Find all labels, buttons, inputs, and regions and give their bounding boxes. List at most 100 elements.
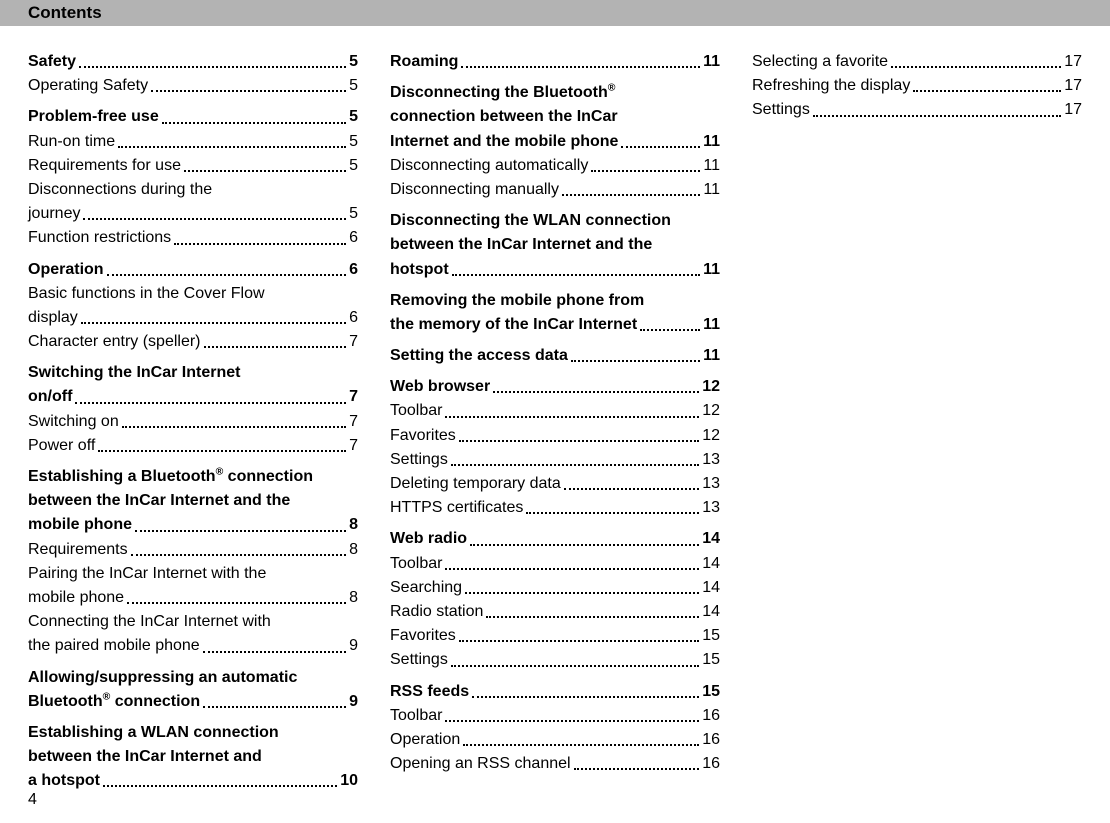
toc-page-number: 7 (349, 385, 358, 408)
toc-leader-dots (203, 651, 346, 653)
toc-leader-dots (591, 170, 700, 172)
toc-page-number: 11 (703, 258, 720, 281)
toc-leader-dots (162, 122, 346, 124)
toc-page-number: 11 (703, 344, 720, 367)
toc-entry: Toolbar16 (390, 704, 720, 727)
toc-entry: Run-on time5 (28, 130, 358, 153)
spacer (28, 714, 358, 721)
toc-entry: Favorites15 (390, 624, 720, 647)
toc-label: Disconnecting automatically (390, 154, 588, 177)
toc-entry: journey5 (28, 202, 358, 225)
toc-entry: Requirements for use5 (28, 154, 358, 177)
toc-label: Power off (28, 434, 95, 457)
toc-label: Setting the access data (390, 344, 568, 367)
toc-column-1: Safety5Operating Safety5Problem-free use… (28, 50, 358, 793)
toc-label: Disconnecting the Bluetooth® (390, 81, 615, 104)
toc-label: Internet and the mobile phone (390, 130, 618, 153)
toc-page-number: 11 (703, 154, 720, 177)
toc-page-number: 11 (703, 130, 720, 153)
toc-leader-dots (131, 554, 346, 556)
toc-leader-dots (913, 90, 1061, 92)
toc-leader-dots (98, 450, 346, 452)
toc-leader-dots (574, 768, 700, 770)
toc-leader-dots (122, 426, 346, 428)
toc-entry: Switching on7 (28, 410, 358, 433)
toc-leader-dots (526, 512, 699, 514)
toc-entry: Disconnecting the WLAN connection (390, 209, 720, 232)
toc-entry: Disconnecting automatically 11 (390, 154, 720, 177)
toc-entry: between the InCar Internet and the (28, 489, 358, 512)
toc-label: Web browser (390, 375, 490, 398)
toc-page-number: 12 (702, 375, 720, 398)
toc-label: Removing the mobile phone from (390, 289, 644, 312)
toc-label: Settings (390, 448, 448, 471)
spacer (390, 520, 720, 527)
toc-entry: Operation6 (28, 258, 358, 281)
toc-page-number: 15 (702, 680, 720, 703)
toc-label: Run-on time (28, 130, 115, 153)
toc-label: a hotspot (28, 769, 100, 792)
toc-entry: Internet and the mobile phone 11 (390, 130, 720, 153)
toc-label: Toolbar (390, 552, 442, 575)
toc-label: between the InCar Internet and the (390, 233, 652, 256)
toc-page-number: 17 (1064, 50, 1082, 73)
toc-entry: hotspot11 (390, 258, 720, 281)
toc-entry: Searching 14 (390, 576, 720, 599)
toc-leader-dots (470, 544, 699, 546)
toc-entry: Settings15 (390, 648, 720, 671)
toc-leader-dots (459, 640, 699, 642)
toc-entry: Web radio14 (390, 527, 720, 550)
toc-entry: RSS feeds 15 (390, 680, 720, 703)
toc-entry: the paired mobile phone9 (28, 634, 358, 657)
toc-label: Operating Safety (28, 74, 148, 97)
toc-leader-dots (107, 274, 347, 276)
toc-label: Switching on (28, 410, 119, 433)
toc-label: Switching the InCar Internet (28, 361, 240, 384)
toc-leader-dots (79, 66, 346, 68)
toc-page-number: 6 (349, 258, 358, 281)
spacer (390, 282, 720, 289)
toc-leader-dots (562, 194, 700, 196)
toc-label: Settings (752, 98, 810, 121)
toc-page-number: 9 (349, 690, 358, 713)
toc-entry: Toolbar12 (390, 399, 720, 422)
toc-entry: mobile phone8 (28, 586, 358, 609)
toc-leader-dots (451, 665, 699, 667)
toc-leader-dots (135, 530, 346, 532)
toc-page-number: 16 (702, 752, 720, 775)
toc-leader-dots (445, 416, 699, 418)
toc-label: Favorites (390, 624, 456, 647)
spacer (390, 337, 720, 344)
toc-entry: Problem-free use5 (28, 105, 358, 128)
toc-label: RSS feeds (390, 680, 469, 703)
toc-leader-dots (813, 115, 1061, 117)
toc-label: between the InCar Internet and the (28, 489, 290, 512)
toc-leader-dots (445, 568, 699, 570)
toc-page-number: 14 (702, 576, 720, 599)
toc-entry: Roaming11 (390, 50, 720, 73)
toc-leader-dots (445, 720, 699, 722)
toc-entry: mobile phone8 (28, 513, 358, 536)
toc-page-number: 5 (349, 74, 358, 97)
toc-leader-dots (640, 329, 700, 331)
toc-leader-dots (486, 616, 699, 618)
toc-label: connection between the InCar (390, 105, 618, 128)
toc-entry: Toolbar14 (390, 552, 720, 575)
toc-label: Favorites (390, 424, 456, 447)
contents-header: Contents (0, 0, 1110, 26)
toc-entry: Basic functions in the Cover Flow (28, 282, 358, 305)
toc-label: Character entry (speller) (28, 330, 201, 353)
toc-entry: Connecting the InCar Internet with (28, 610, 358, 633)
toc-label: Establishing a Bluetooth® connection (28, 465, 313, 488)
toc-label: Toolbar (390, 704, 442, 727)
spacer (390, 673, 720, 680)
toc-label: Searching (390, 576, 462, 599)
page-number: 4 (28, 791, 37, 809)
toc-label: Disconnections during the (28, 178, 212, 201)
toc-label: mobile phone (28, 513, 132, 536)
toc-page-number: 14 (702, 600, 720, 623)
toc-page-number: 12 (702, 424, 720, 447)
toc-label: Problem-free use (28, 105, 159, 128)
toc-leader-dots (184, 170, 346, 172)
toc-entry: Opening an RSS channel16 (390, 752, 720, 775)
